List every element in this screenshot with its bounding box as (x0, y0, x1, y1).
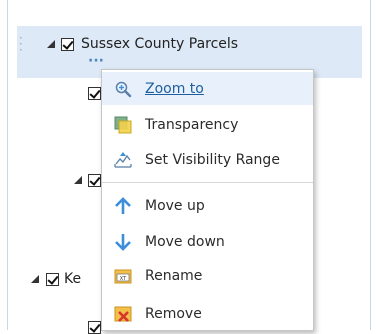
arrow-up-icon (114, 196, 132, 215)
menu-item-label: Move up (145, 197, 205, 214)
child-layer-checkbox[interactable] (88, 87, 101, 100)
svg-text:XT: XT (120, 276, 127, 282)
menu-item-zoom-to[interactable]: Zoom to (102, 72, 313, 105)
menu-item-rename[interactable]: XT Rename (102, 259, 313, 292)
expand-collapse-icon[interactable] (31, 275, 39, 283)
remove-icon (114, 305, 132, 323)
expand-collapse-icon[interactable] (47, 40, 55, 48)
layer-visibility-checkbox[interactable] (61, 38, 74, 51)
layer-name-label: Sussex County Parcels (81, 36, 239, 52)
more-options-icon[interactable]: ··· (88, 54, 104, 68)
child-layer-checkbox[interactable] (88, 174, 101, 187)
drag-handle-icon[interactable]: · · · (19, 32, 25, 56)
transparency-icon (114, 116, 132, 134)
layer-context-menu: Zoom to Transparency Set Visibility Rang… (101, 69, 314, 331)
rename-icon: XT (114, 267, 132, 285)
layer-name-label: Ke (64, 271, 82, 287)
menu-item-label: Transparency (145, 116, 239, 133)
expand-collapse-icon[interactable] (74, 176, 82, 184)
menu-item-label: Remove (145, 305, 202, 322)
menu-item-label: Set Visibility Range (145, 151, 280, 168)
zoom-to-icon (114, 80, 132, 98)
menu-item-label: Zoom to (145, 80, 204, 97)
arrow-down-icon (114, 233, 132, 251)
menu-item-label: Move down (145, 233, 225, 250)
menu-item-move-up[interactable]: Move up (102, 189, 313, 222)
menu-item-move-down[interactable]: Move down (102, 225, 313, 258)
menu-item-label: Rename (145, 267, 203, 284)
menu-item-remove[interactable]: Remove (102, 297, 313, 330)
layer-visibility-checkbox[interactable] (46, 273, 59, 286)
menu-divider (102, 182, 313, 183)
visibility-range-icon (114, 151, 132, 169)
menu-item-transparency[interactable]: Transparency (102, 108, 313, 141)
menu-item-set-visibility-range[interactable]: Set Visibility Range (102, 143, 313, 176)
child-layer-checkbox[interactable] (88, 321, 101, 334)
